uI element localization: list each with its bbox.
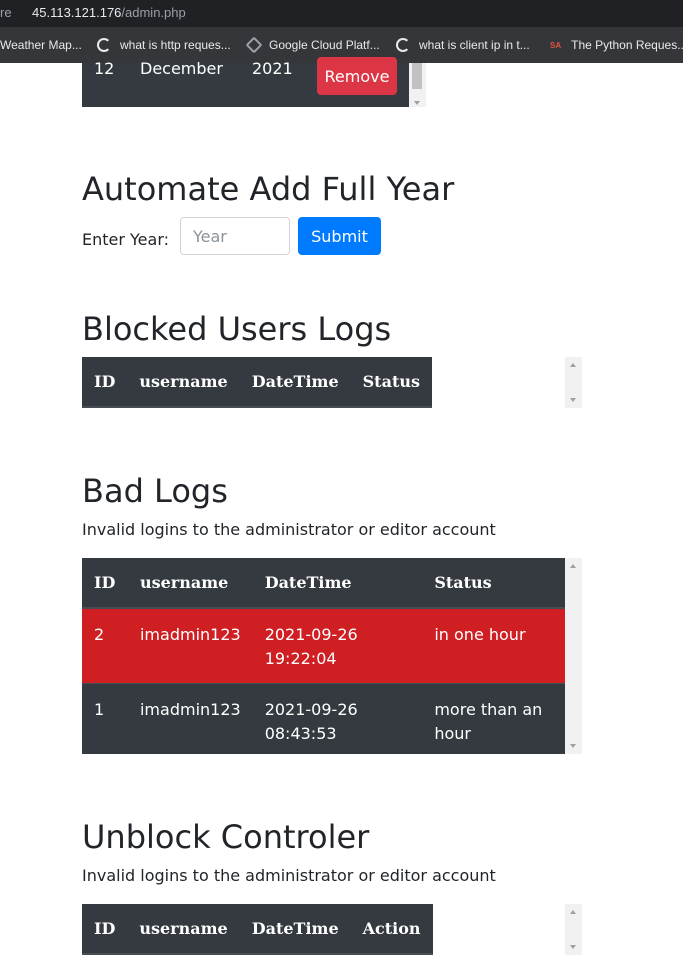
column-header-username: username bbox=[127, 558, 253, 609]
cloud-icon bbox=[245, 36, 263, 54]
table-header-row: ID username DateTime Action bbox=[82, 904, 433, 955]
bad-logs-table: ID username DateTime Status 2 imadmin123… bbox=[82, 558, 565, 754]
table-header-row: ID username DateTime Status bbox=[82, 558, 565, 609]
bookmark-label: Weather Map... bbox=[0, 38, 82, 52]
month-cell: December bbox=[140, 59, 223, 78]
table-row: 2 imadmin123 2021-09-26 19:22:04 in one … bbox=[82, 607, 565, 684]
table-row: 1 imadmin123 2021-09-26 08:43:53 more th… bbox=[82, 683, 565, 754]
bookmark-google-cloud[interactable]: Google Cloud Platf... bbox=[245, 36, 380, 54]
address-security-text: re bbox=[0, 5, 12, 20]
bad-logs-subtitle: Invalid logins to the administrator or e… bbox=[82, 520, 496, 539]
automate-heading: Automate Add Full Year bbox=[82, 170, 455, 208]
year-input[interactable] bbox=[180, 217, 290, 255]
scroll-down-arrow-icon[interactable] bbox=[414, 101, 420, 105]
day-cell: 12 bbox=[94, 59, 115, 78]
id-cell: 1 bbox=[82, 683, 128, 754]
status-cell: in one hour bbox=[422, 607, 565, 684]
scroll-down-arrow-icon[interactable] bbox=[570, 945, 576, 949]
url-path: /admin.php bbox=[121, 5, 186, 20]
column-header-datetime: DateTime bbox=[239, 904, 351, 955]
bookmark-client-ip[interactable]: what is client ip in t... bbox=[396, 37, 530, 53]
submit-button[interactable]: Submit bbox=[298, 217, 381, 255]
blocked-users-table-container: ID username DateTime Status bbox=[82, 357, 582, 408]
status-cell: more than an hour bbox=[422, 683, 565, 754]
bookmark-label: The Python Reques... bbox=[571, 38, 683, 52]
scrollbar-thumb[interactable] bbox=[412, 63, 422, 89]
unblock-table: ID username DateTime Action bbox=[82, 904, 433, 955]
column-header-username: username bbox=[127, 357, 240, 408]
enter-year-label: Enter Year: bbox=[82, 230, 170, 249]
bad-logs-table-container: ID username DateTime Status 2 imadmin123… bbox=[82, 558, 582, 754]
google-icon bbox=[97, 38, 111, 52]
address-bar[interactable]: re 45.113.121.176/admin.php bbox=[0, 0, 683, 27]
username-cell: imadmin123 bbox=[127, 683, 253, 754]
bookmark-weather-map[interactable]: Weather Map... bbox=[0, 37, 82, 53]
table-scrollbar[interactable] bbox=[409, 63, 426, 107]
column-header-id: ID bbox=[82, 357, 128, 408]
table-header-row: ID username DateTime Status bbox=[82, 357, 432, 408]
table-scrollbar[interactable] bbox=[565, 357, 582, 408]
column-header-status: Status bbox=[350, 357, 432, 408]
address-url[interactable]: 45.113.121.176/admin.php bbox=[32, 5, 186, 20]
blocked-users-table: ID username DateTime Status bbox=[82, 357, 432, 408]
sa-icon: SA bbox=[550, 40, 562, 50]
bookmark-python-requests[interactable]: SA The Python Reques... bbox=[550, 37, 683, 53]
bookmark-label: what is http reques... bbox=[120, 38, 231, 52]
bookmark-label: Google Cloud Platf... bbox=[269, 38, 380, 52]
column-header-status: Status bbox=[422, 558, 565, 609]
unblock-heading: Unblock Controler bbox=[82, 818, 370, 856]
scroll-up-arrow-icon[interactable] bbox=[570, 564, 576, 568]
scroll-down-arrow-icon[interactable] bbox=[570, 744, 576, 748]
bookmark-http-request[interactable]: what is http reques... bbox=[97, 37, 231, 53]
username-cell: imadmin123 bbox=[127, 607, 253, 684]
column-header-datetime: DateTime bbox=[252, 558, 423, 609]
scroll-up-arrow-icon[interactable] bbox=[570, 910, 576, 914]
scroll-up-arrow-icon[interactable] bbox=[570, 363, 576, 367]
table-scrollbar[interactable] bbox=[565, 904, 582, 955]
column-header-id: ID bbox=[82, 558, 128, 609]
column-header-id: ID bbox=[82, 904, 128, 955]
datetime-cell: 2021-09-26 08:43:53 bbox=[252, 683, 423, 754]
blocked-users-heading: Blocked Users Logs bbox=[82, 310, 392, 348]
column-header-action: Action bbox=[350, 904, 433, 955]
bookmark-label: what is client ip in t... bbox=[419, 38, 530, 52]
table-scrollbar[interactable] bbox=[565, 558, 582, 754]
remove-button[interactable]: Remove bbox=[317, 57, 397, 95]
google-icon bbox=[396, 38, 410, 52]
year-cell: 2021 bbox=[252, 59, 293, 78]
column-header-username: username bbox=[127, 904, 240, 955]
url-host: 45.113.121.176 bbox=[32, 5, 122, 20]
column-header-datetime: DateTime bbox=[239, 357, 351, 408]
unblock-subtitle: Invalid logins to the administrator or e… bbox=[82, 866, 496, 885]
dates-table-fragment: 12 December 2021 Remove bbox=[82, 57, 426, 107]
datetime-cell: 2021-09-26 19:22:04 bbox=[252, 607, 423, 684]
unblock-table-container: ID username DateTime Action bbox=[82, 904, 582, 955]
bad-logs-heading: Bad Logs bbox=[82, 472, 228, 510]
scroll-down-arrow-icon[interactable] bbox=[570, 398, 576, 402]
id-cell: 2 bbox=[82, 607, 128, 684]
